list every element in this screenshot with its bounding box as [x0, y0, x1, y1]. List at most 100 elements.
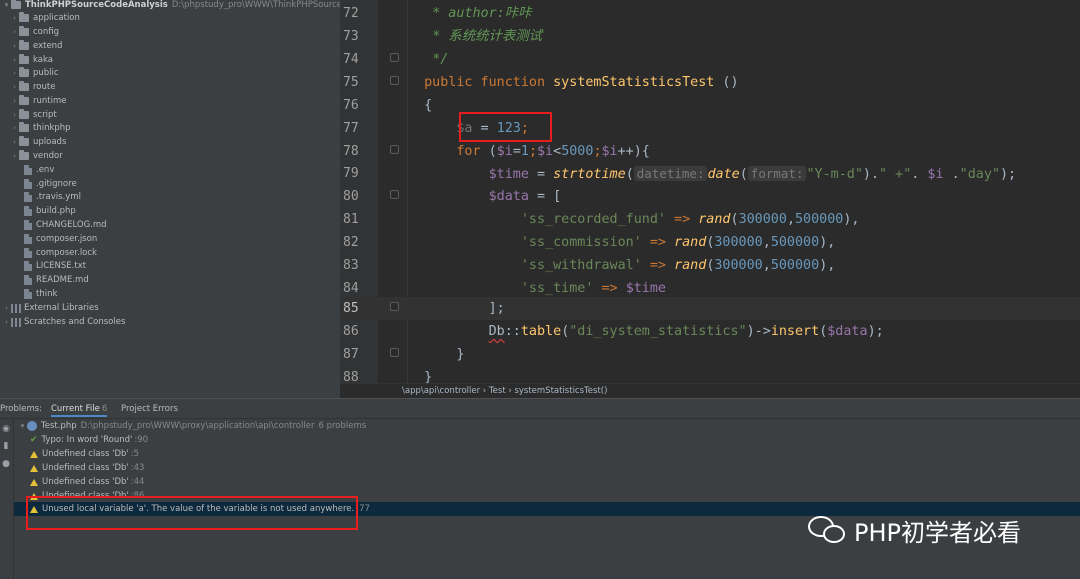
line-number-current: 85 — [343, 301, 359, 316]
folder-icon — [19, 95, 29, 105]
chevron-right-icon[interactable]: › — [10, 135, 19, 149]
tree-file-travis[interactable]: .travis.yml — [24, 190, 81, 204]
tree-folder-thinkphp[interactable]: › thinkphp — [10, 121, 71, 135]
code-line-82: 'ss_commission' => rand(300000,500000), — [520, 235, 836, 250]
project-tree: ▾ ThinkPHPSourceCodeAnalysis D:\phpstudy… — [0, 0, 340, 400]
tree-file-composer-lock[interactable]: composer.lock — [24, 246, 97, 260]
tree-external-libraries[interactable]: › External Libraries — [2, 301, 99, 315]
folder-icon — [19, 150, 29, 160]
tree-file-readme[interactable]: README.md — [24, 273, 89, 287]
folder-icon — [11, 0, 21, 9]
filter-icon[interactable]: ▮ — [1, 441, 11, 451]
folder-icon — [19, 136, 29, 146]
chevron-right-icon[interactable]: › — [10, 25, 19, 39]
folder-icon — [19, 26, 29, 36]
line-number: 72 — [343, 6, 359, 21]
problem-item[interactable]: Undefined class 'Db':44 — [14, 475, 1080, 489]
problem-item[interactable]: Undefined class 'Db':5 — [14, 447, 1080, 461]
chevron-right-icon[interactable]: › — [10, 80, 19, 94]
tree-file-think[interactable]: think — [24, 287, 57, 301]
fold-marker-icon[interactable] — [390, 190, 399, 199]
code-line-72: * author:咔咔 — [432, 6, 532, 21]
tree-folder-route[interactable]: › route — [10, 80, 55, 94]
code-line-81: 'ss_recorded_fund' => rand(300000,500000… — [520, 212, 860, 227]
checkmark-icon: ✔ — [30, 435, 38, 445]
tree-file-build[interactable]: build.php — [24, 204, 76, 218]
code-line-75: public function systemStatisticsTest () — [424, 75, 739, 90]
tree-file-changelog[interactable]: CHANGELOG.md — [24, 218, 107, 232]
warning-icon — [30, 464, 38, 472]
markdown-file-icon — [24, 220, 32, 230]
warning-icon — [30, 478, 38, 486]
php-file-icon — [27, 421, 37, 431]
line-number: 83 — [343, 258, 359, 273]
line-number: 79 — [343, 166, 359, 181]
file-icon — [24, 179, 32, 189]
tree-file-gitignore[interactable]: .gitignore — [24, 177, 77, 191]
code-line-79: $time = strtotime(datetime: date(format: "… — [488, 166, 1017, 182]
code-line-73: * 系统统计表测试 — [432, 29, 543, 44]
chevron-right-icon[interactable]: › — [10, 66, 19, 80]
problem-file-row[interactable]: ▾ Test.php D:\phpstudy_pro\WWW\proxy\app… — [14, 419, 1080, 433]
folder-icon — [19, 109, 29, 119]
tree-folder-application[interactable]: › application — [10, 11, 80, 25]
breadcrumb[interactable]: \app\api\controller › Test › systemStati… — [340, 383, 1080, 398]
tree-folder-runtime[interactable]: › runtime — [10, 94, 66, 108]
tab-current-file[interactable]: Current File 6 — [51, 402, 108, 417]
line-number: 88 — [343, 370, 359, 383]
problem-item[interactable]: Undefined class 'Db':43 — [14, 461, 1080, 475]
line-number: 73 — [343, 29, 359, 44]
markdown-file-icon — [24, 275, 32, 285]
chevron-right-icon[interactable]: › — [10, 53, 19, 67]
tree-folder-kaka[interactable]: › kaka — [10, 53, 53, 67]
highlight-box-warning — [26, 496, 358, 530]
fold-marker-icon[interactable] — [390, 302, 399, 311]
problems-tabs: Problems: Current File 6 Project Errors — [0, 399, 1080, 419]
watermark: PHP初学者必看 — [808, 512, 1021, 548]
tree-folder-extend[interactable]: › extend — [10, 39, 62, 53]
chevron-right-icon[interactable]: › — [10, 39, 19, 53]
eye-icon[interactable]: ◉ — [1, 424, 11, 434]
tree-scratches[interactable]: › Scratches and Consoles — [2, 315, 125, 329]
json-file-icon — [24, 234, 32, 244]
file-icon — [24, 248, 32, 258]
tree-file-env[interactable]: .env — [24, 163, 54, 177]
fold-marker-icon[interactable] — [390, 76, 399, 85]
tree-folder-config[interactable]: › config — [10, 25, 59, 39]
code-line-87: } — [456, 347, 465, 362]
line-number: 87 — [343, 347, 359, 362]
chevron-right-icon[interactable]: › — [2, 301, 11, 315]
code-line-86: Db::table("di_system_statistics")->inser… — [488, 324, 884, 339]
code-line-80: $data = [ — [488, 189, 562, 204]
tab-project-errors[interactable]: Project Errors — [121, 402, 178, 417]
chevron-right-icon[interactable]: › — [2, 315, 11, 329]
folder-icon — [19, 81, 29, 91]
fold-marker-icon[interactable] — [390, 53, 399, 62]
chevron-right-icon[interactable]: › — [10, 149, 19, 163]
line-number: 75 — [343, 75, 359, 90]
pin-icon[interactable]: ● — [1, 459, 11, 469]
tree-folder-vendor[interactable]: › vendor — [10, 149, 63, 163]
highlight-box-unused-variable — [459, 112, 552, 142]
line-number: 74 — [343, 52, 359, 67]
tree-file-composer-json[interactable]: composer.json — [24, 232, 97, 246]
problems-toolbar: ◉ ▮ ● — [0, 419, 14, 579]
tree-folder-public[interactable]: › public — [10, 66, 59, 80]
file-icon — [24, 289, 32, 299]
tree-folder-script[interactable]: › script — [10, 108, 57, 122]
tree-file-license[interactable]: LICENSE.txt — [24, 259, 86, 273]
chevron-right-icon[interactable]: › — [10, 11, 19, 25]
tree-folder-uploads[interactable]: › uploads — [10, 135, 66, 149]
fold-marker-icon[interactable] — [390, 145, 399, 154]
chevron-right-icon[interactable]: › — [10, 108, 19, 122]
problem-item[interactable]: ✔ Typo: In word 'Round':90 — [14, 433, 1080, 447]
code-line-78: for ($i=1;$i<5000;$i++){ — [456, 144, 650, 159]
line-number: 82 — [343, 235, 359, 250]
yaml-file-icon — [24, 192, 32, 202]
fold-marker-icon[interactable] — [390, 348, 399, 357]
chevron-right-icon[interactable]: › — [10, 121, 19, 135]
chevron-right-icon[interactable]: › — [10, 94, 19, 108]
line-number: 80 — [343, 189, 359, 204]
chevron-down-icon[interactable]: ▾ — [18, 419, 27, 433]
problems-panel: Problems: Current File 6 Project Errors ◉… — [0, 398, 1080, 579]
